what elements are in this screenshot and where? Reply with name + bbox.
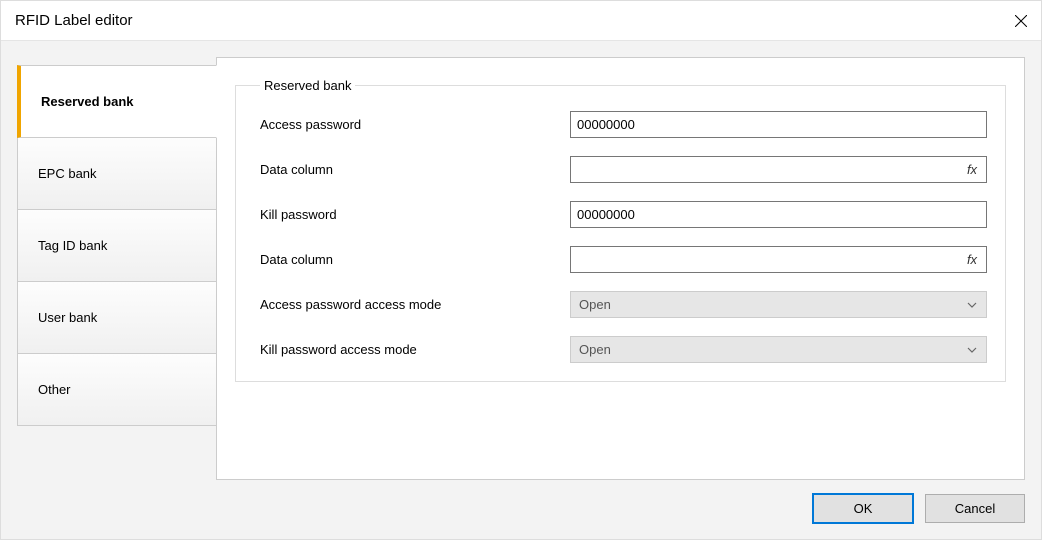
access-password-input[interactable] [570,111,987,138]
chevron-down-icon [966,344,978,356]
tab-user-bank[interactable]: User bank [17,281,217,354]
label-data-column-1: Data column [260,162,570,177]
tab-label: EPC bank [38,166,97,181]
fx-button-1[interactable]: fx [958,157,986,182]
access-mode-value: Open [579,297,611,312]
data-column-2-input[interactable] [571,247,958,272]
cancel-button[interactable]: Cancel [925,494,1025,523]
row-data-column-2: Data column fx [260,246,987,273]
group-legend: Reserved bank [260,78,355,93]
chevron-down-icon [966,299,978,311]
label-data-column-2: Data column [260,252,570,267]
tab-list: Reserved bank EPC bank Tag ID bank User … [17,57,217,480]
dialog-footer: OK Cancel [17,480,1025,523]
row-kill-mode: Kill password access mode Open [260,336,987,363]
data-column-2-field: fx [570,246,987,273]
fx-icon: fx [967,252,977,267]
tab-reserved-bank[interactable]: Reserved bank [17,65,217,138]
window-title: RFID Label editor [15,12,1001,29]
tab-epc-bank[interactable]: EPC bank [17,137,217,210]
data-column-1-field: fx [570,156,987,183]
label-access-mode: Access password access mode [260,297,570,312]
tab-other[interactable]: Other [17,353,217,426]
tab-tagid-bank[interactable]: Tag ID bank [17,209,217,282]
tab-label: User bank [38,310,97,325]
tab-label: Reserved bank [41,94,134,109]
data-column-1-input[interactable] [571,157,958,182]
close-icon [1015,15,1027,27]
title-bar: RFID Label editor [1,1,1041,41]
content-area: Reserved bank EPC bank Tag ID bank User … [1,41,1041,539]
tab-label: Other [38,382,71,397]
close-button[interactable] [1001,1,1041,41]
fx-button-2[interactable]: fx [958,247,986,272]
label-kill-password: Kill password [260,207,570,222]
row-kill-password: Kill password [260,201,987,228]
panel-row: Reserved bank EPC bank Tag ID bank User … [17,57,1025,480]
label-kill-mode: Kill password access mode [260,342,570,357]
kill-mode-select[interactable]: Open [570,336,987,363]
tab-pane: Reserved bank Access password Data colum… [216,57,1025,480]
row-access-password: Access password [260,111,987,138]
kill-mode-value: Open [579,342,611,357]
row-access-mode: Access password access mode Open [260,291,987,318]
row-data-column-1: Data column fx [260,156,987,183]
access-mode-select[interactable]: Open [570,291,987,318]
reserved-bank-group: Reserved bank Access password Data colum… [235,78,1006,382]
label-access-password: Access password [260,117,570,132]
ok-button[interactable]: OK [813,494,913,523]
fx-icon: fx [967,162,977,177]
tab-label: Tag ID bank [38,238,107,253]
kill-password-input[interactable] [570,201,987,228]
